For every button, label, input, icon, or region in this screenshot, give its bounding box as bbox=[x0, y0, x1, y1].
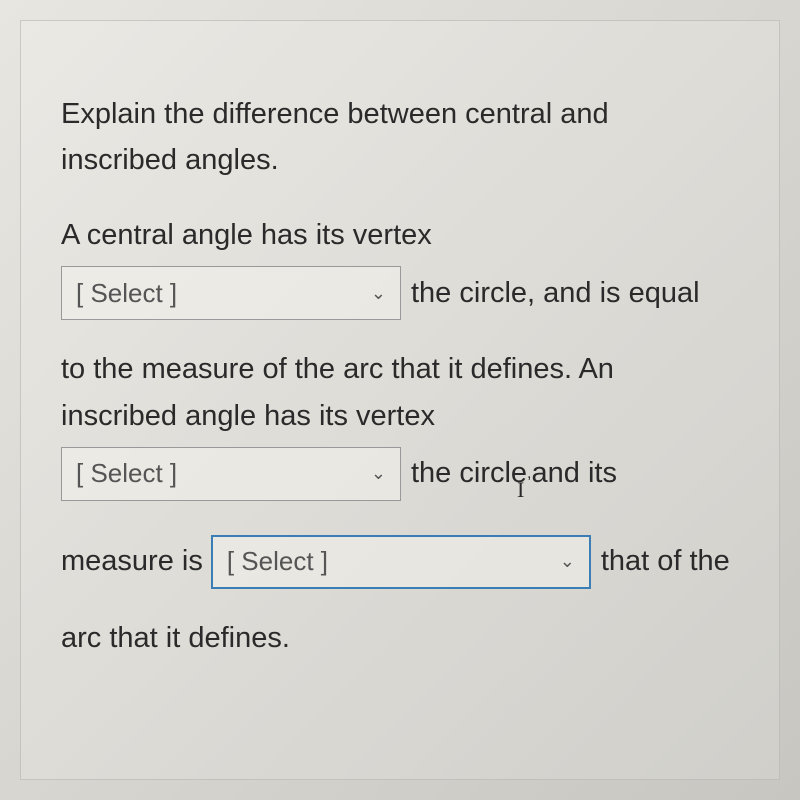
chevron-down-icon: ⌄ bbox=[371, 463, 386, 484]
chevron-down-icon: ⌄ bbox=[371, 283, 386, 304]
sentence-part-1: A central angle has its vertex bbox=[61, 212, 739, 258]
text-after-select-3: that of the bbox=[601, 545, 730, 578]
select-placeholder: [ Select ] bbox=[227, 546, 328, 577]
sentence-part-2b: inscribed angle has its vertex bbox=[61, 393, 739, 439]
text-cursor-icon: I bbox=[517, 477, 524, 503]
select-placeholder: [ Select ] bbox=[76, 278, 177, 309]
text-after-select-1: the circle, and is equal bbox=[411, 277, 700, 310]
question-container: Explain the difference between central a… bbox=[20, 20, 780, 780]
select-placeholder: [ Select ] bbox=[76, 458, 177, 489]
text-after-select-2a: the circle bbox=[411, 457, 527, 490]
sentence-part-2: to the measure of the arc that it define… bbox=[61, 346, 739, 439]
chevron-down-icon: ⌄ bbox=[560, 551, 575, 572]
select-vertex-inscribed[interactable]: [ Select ] ⌄ bbox=[61, 447, 401, 501]
prompt-line-1: Explain the difference between central a… bbox=[61, 91, 739, 137]
select-vertex-central[interactable]: [ Select ] ⌄ bbox=[61, 266, 401, 320]
answer-sentence: A central angle has its vertex bbox=[61, 212, 739, 258]
select-measure-relation[interactable]: [ Select ] ⌄ bbox=[211, 535, 591, 589]
sentence-part-2a: to the measure of the arc that it define… bbox=[61, 346, 739, 392]
question-prompt: Explain the difference between central a… bbox=[61, 91, 739, 184]
prompt-line-2: inscribed angles. bbox=[61, 137, 739, 183]
text-cursor-position: ,I bbox=[527, 465, 531, 483]
sentence-final: arc that it defines. bbox=[61, 615, 739, 661]
text-before-select-3: measure is bbox=[61, 545, 203, 578]
comma: , bbox=[527, 465, 531, 482]
text-after-select-2b: and its bbox=[532, 457, 617, 490]
